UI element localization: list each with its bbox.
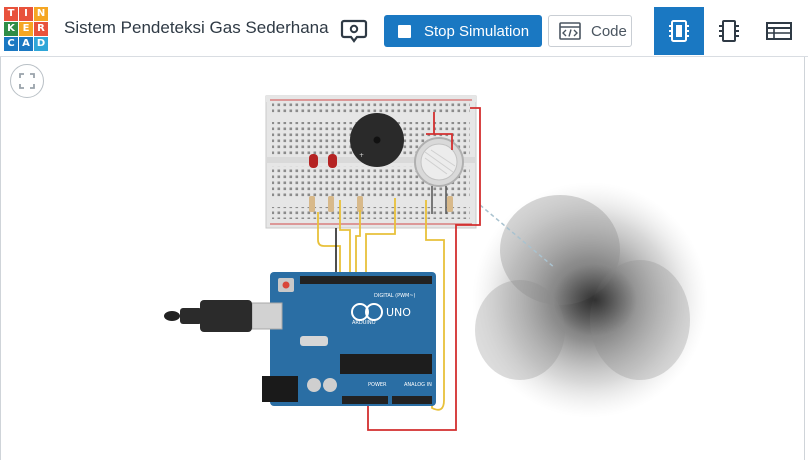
fit-view-icon — [19, 73, 35, 89]
code-icon — [559, 22, 581, 40]
code-label: Code — [591, 22, 627, 40]
logo-letter: A — [19, 37, 33, 51]
canvas-border — [0, 57, 1, 460]
logo-letter: K — [4, 22, 18, 36]
code-button[interactable]: Code — [548, 15, 632, 47]
component-list-icon — [766, 22, 792, 40]
stop-icon — [398, 24, 411, 38]
logo-letter: D — [34, 37, 48, 51]
speech-bubble-icon — [340, 19, 368, 43]
project-title[interactable]: Sistem Pendeteksi Gas Sederhana — [64, 18, 329, 38]
component-view-icon — [719, 20, 739, 42]
stop-simulation-label: Stop Simulation — [424, 22, 530, 40]
logo-letter: R — [34, 22, 48, 36]
circuit-canvas[interactable] — [0, 57, 808, 460]
notes-button[interactable] — [340, 16, 368, 44]
tab-schematic-view[interactable] — [704, 7, 754, 55]
zoom-to-fit-button[interactable] — [10, 64, 44, 98]
logo-letter: E — [19, 22, 33, 36]
tab-circuit-view[interactable] — [654, 7, 704, 55]
stop-simulation-button[interactable]: Stop Simulation — [384, 15, 542, 47]
canvas-border — [804, 57, 805, 460]
logo-letter: C — [4, 37, 18, 51]
logo-letter: I — [19, 7, 33, 21]
circuit-view-icon — [669, 20, 689, 42]
logo-letter: T — [4, 7, 18, 21]
top-toolbar: T I N K E R C A D Sistem Pendeteksi Gas … — [0, 0, 808, 57]
tab-component-list[interactable] — [754, 7, 804, 55]
logo-letter: N — [34, 7, 48, 21]
tinkercad-logo[interactable]: T I N K E R C A D — [4, 7, 48, 51]
